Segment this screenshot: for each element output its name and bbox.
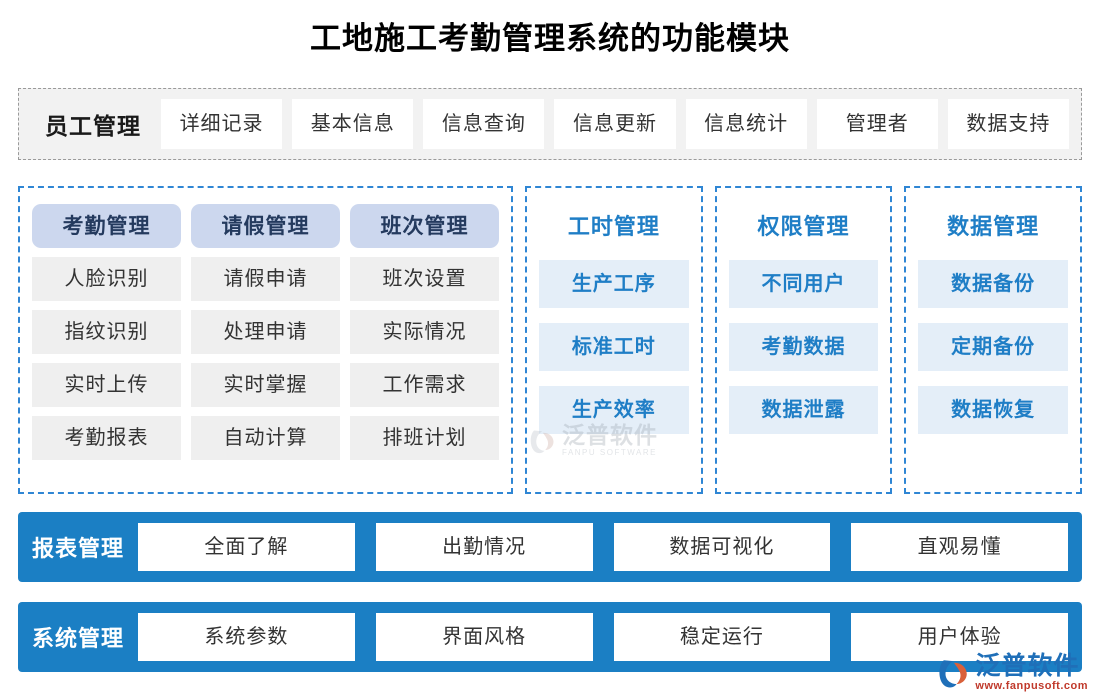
panel-header: 工时管理 [567, 214, 660, 239]
list-item[interactable]: 数据支持 [947, 99, 1069, 149]
list-item[interactable]: 实时上传 [32, 363, 181, 407]
list-item[interactable]: 处理申请 [191, 310, 340, 354]
report-management-bar: 报表管理 全面了解 出勤情况 数据可视化 直观易懂 [18, 512, 1082, 582]
list-item[interactable]: 信息查询 [423, 99, 545, 149]
system-management-items: 系统参数 界面风格 稳定运行 用户体验 [138, 613, 1069, 661]
employee-management-bar: 员工管理 详细记录 基本信息 信息查询 信息更新 信息统计 管理者 数据支持 [18, 88, 1082, 160]
panel-header: 权限管理 [757, 214, 850, 239]
employee-management-label: 员工管理 [45, 114, 141, 139]
module-panels: 考勤管理 人脸识别 指纹识别 实时上传 考勤报表 请假管理 请假申请 处理申请 … [18, 186, 1082, 494]
panel-items: 不同用户 考勤数据 数据泄露 [728, 260, 879, 434]
list-item[interactable]: 人脸识别 [32, 257, 181, 301]
list-item[interactable]: 数据可视化 [613, 523, 831, 571]
column-leave: 请假管理 请假申请 处理申请 实时掌握 自动计算 [191, 204, 340, 480]
list-item[interactable]: 自动计算 [191, 416, 340, 460]
list-item[interactable]: 基本信息 [292, 99, 414, 149]
list-item[interactable]: 全面了解 [138, 523, 355, 571]
panel-worktime: 工时管理 生产工序 标准工时 生产效率 [524, 186, 703, 494]
list-item[interactable]: 信息更新 [554, 99, 676, 149]
list-item[interactable]: 实时掌握 [191, 363, 340, 407]
list-item[interactable]: 出勤情况 [375, 523, 593, 571]
column-header[interactable]: 班次管理 [350, 204, 499, 248]
panel-attendance-group: 考勤管理 人脸识别 指纹识别 实时上传 考勤报表 请假管理 请假申请 处理申请 … [18, 186, 513, 494]
column-header[interactable]: 请假管理 [191, 204, 340, 248]
list-item[interactable]: 班次设置 [350, 257, 499, 301]
list-item[interactable]: 详细记录 [161, 99, 283, 149]
list-item[interactable]: 工作需求 [350, 363, 499, 407]
panel-data: 数据管理 数据备份 定期备份 数据恢复 [904, 186, 1082, 494]
list-item[interactable]: 信息统计 [685, 99, 807, 149]
list-item[interactable]: 数据备份 [918, 260, 1068, 308]
list-item[interactable]: 考勤数据 [728, 323, 879, 371]
list-item[interactable]: 实际情况 [350, 310, 499, 354]
list-item[interactable]: 生产工序 [538, 260, 689, 308]
watermark-sub: www.fanpusoft.com [975, 680, 1088, 692]
list-item[interactable]: 用户体验 [851, 613, 1069, 661]
list-item[interactable]: 请假申请 [191, 257, 340, 301]
report-management-label: 报表管理 [32, 536, 125, 561]
list-item[interactable]: 直观易懂 [851, 523, 1069, 571]
panel-permission: 权限管理 不同用户 考勤数据 数据泄露 [714, 186, 893, 494]
report-management-items: 全面了解 出勤情况 数据可视化 直观易懂 [138, 523, 1069, 571]
column-shift: 班次管理 班次设置 实际情况 工作需求 排班计划 [350, 204, 499, 480]
list-item[interactable]: 定期备份 [918, 323, 1068, 371]
panel-items: 数据备份 定期备份 数据恢复 [918, 260, 1068, 434]
list-item[interactable]: 生产效率 [538, 386, 689, 434]
list-item[interactable]: 数据恢复 [918, 386, 1068, 434]
list-item[interactable]: 系统参数 [138, 613, 355, 661]
list-item[interactable]: 不同用户 [728, 260, 879, 308]
list-item[interactable]: 排班计划 [350, 416, 499, 460]
column-attendance: 考勤管理 人脸识别 指纹识别 实时上传 考勤报表 [32, 204, 181, 480]
column-header[interactable]: 考勤管理 [32, 204, 181, 248]
list-item[interactable]: 指纹识别 [32, 310, 181, 354]
panel-header: 数据管理 [947, 214, 1040, 239]
system-management-label: 系统管理 [32, 626, 125, 651]
list-item[interactable]: 数据泄露 [728, 386, 879, 434]
list-item[interactable]: 界面风格 [375, 613, 593, 661]
panel-items: 生产工序 标准工时 生产效率 [538, 260, 689, 434]
system-management-bar: 系统管理 系统参数 界面风格 稳定运行 用户体验 [18, 602, 1082, 672]
employee-management-items: 详细记录 基本信息 信息查询 信息更新 信息统计 管理者 数据支持 [155, 99, 1069, 149]
list-item[interactable]: 标准工时 [538, 323, 689, 371]
list-item[interactable]: 管理者 [816, 99, 938, 149]
list-item[interactable]: 稳定运行 [613, 613, 831, 661]
list-item[interactable]: 考勤报表 [32, 416, 181, 460]
page-title: 工地施工考勤管理系统的功能模块 [310, 21, 790, 56]
